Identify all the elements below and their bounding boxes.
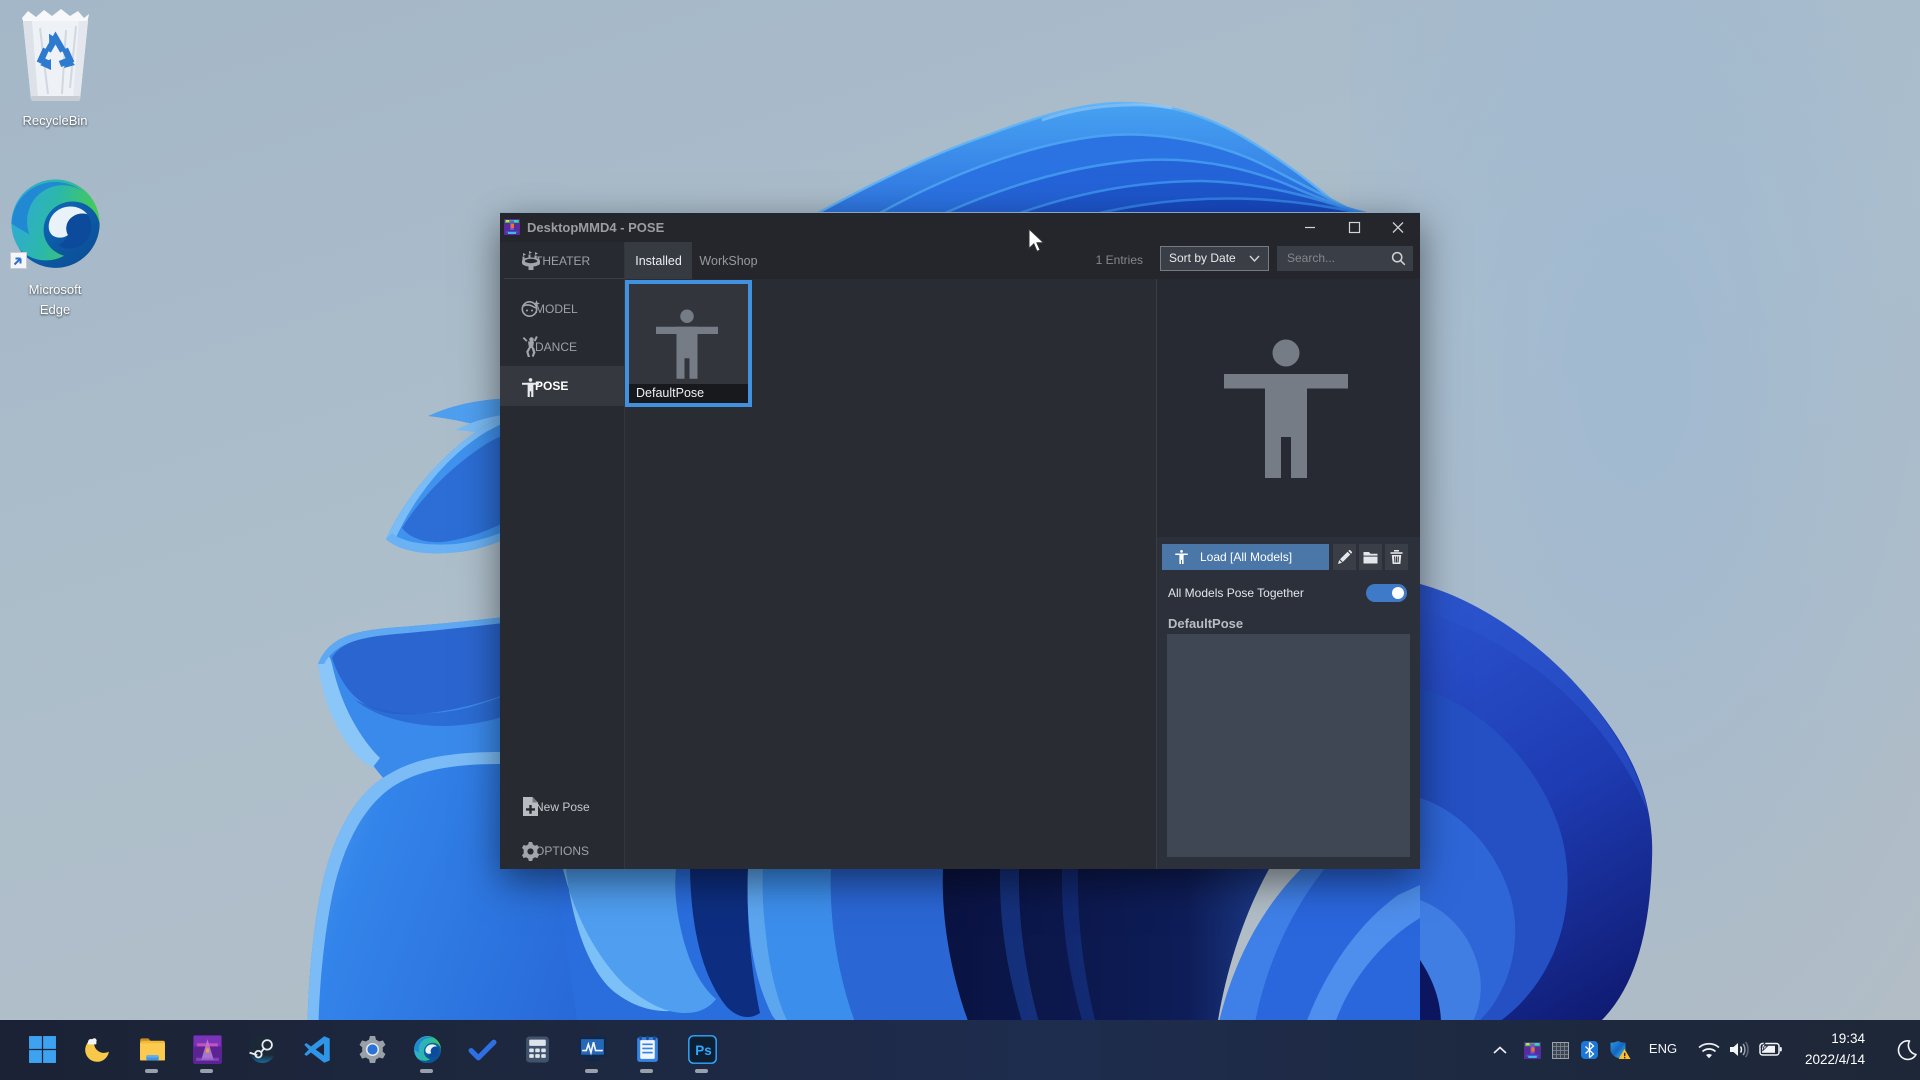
svg-text:Ps: Ps	[695, 1043, 711, 1058]
